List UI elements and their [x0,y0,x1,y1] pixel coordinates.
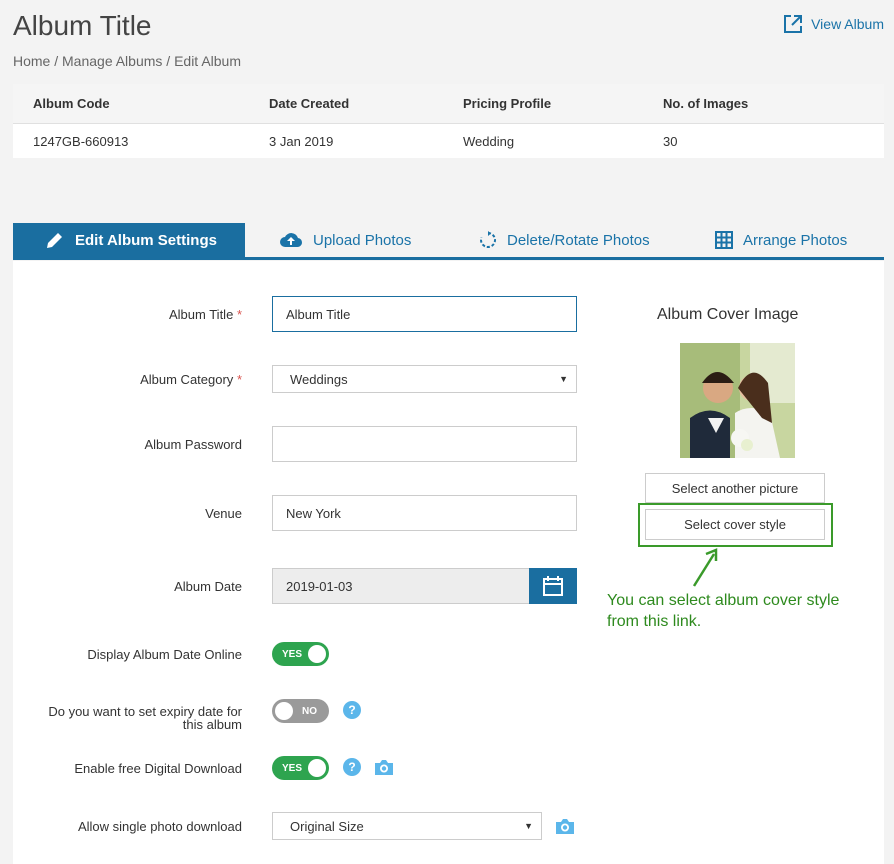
column-header: Album Code [33,96,110,111]
cloud-upload-icon [280,233,303,248]
tab-upload-photos[interactable]: Upload Photos [279,223,411,257]
album-date-input[interactable]: 2019-01-03 [272,568,530,604]
tab-arrange-photos[interactable]: Arrange Photos [715,223,847,257]
toggle-state: YES [282,762,303,774]
venue-label: Venue [205,506,242,521]
page-title: Album Title [13,10,152,41]
caret-down-icon: ▼ [524,821,533,831]
date-created-cell: 3 Jan 2019 [269,133,334,149]
page: Album Title View Album Home / Manage Alb… [0,0,894,864]
display-date-label: Display Album Date Online [87,647,242,662]
single-download-label: Allow single photo download [77,819,242,834]
calendar-icon [543,576,563,596]
album-title-label: Album Title * [169,307,242,322]
info-table-header: Album Code Date Created Pricing Profile … [13,84,884,124]
breadcrumb: Home / Manage Albums / Edit Album [13,53,241,69]
pencil-icon [47,233,62,248]
select-cover-style-button[interactable]: Select cover style [645,509,825,540]
help-icon[interactable]: ? [343,758,361,776]
album-title-input[interactable]: Album Title [272,296,577,332]
tab-delete-rotate-photos[interactable]: Delete/Rotate Photos [479,223,650,257]
cover-image [680,343,795,458]
cover-photo-image [680,343,795,458]
album-password-input[interactable] [272,426,577,462]
digital-download-label: Enable free Digital Download [74,761,242,776]
column-header: Pricing Profile [463,96,552,111]
grid-icon [715,231,733,249]
rotate-icon [480,231,496,248]
calendar-button[interactable] [529,568,577,604]
select-another-picture-button[interactable]: Select another picture [645,473,825,503]
album-category-select[interactable]: Weddings ▼ [272,365,577,393]
cover-image-title: Album Cover Image [657,306,799,323]
pricing-profile-cell: Wedding [463,133,515,149]
callout-text: You can select album cover style from th… [607,592,840,630]
column-header: Date Created [269,96,350,111]
album-info-table: Album Code Date Created Pricing Profile … [13,84,884,158]
expiry-label: Do you want to set expiry date for this … [48,704,242,732]
digital-download-toggle[interactable]: YES [272,756,329,780]
tab-edit-album-settings[interactable]: Edit Album Settings [13,223,245,257]
toggle-state: YES [282,648,303,660]
caret-down-icon: ▼ [559,374,568,384]
view-album-label: View Album [811,16,884,32]
image-count-cell: 30 [663,133,678,149]
album-date-label: Album Date [174,579,242,594]
arrow-icon [692,548,718,587]
album-code-cell: 1247GB-660913 [33,133,129,149]
tab-bar: Edit Album Settings Upload Photos Delete… [13,223,884,260]
toggle-state: NO [302,705,317,717]
tab-label: Arrange Photos [743,231,848,249]
tab-label: Edit Album Settings [75,231,217,249]
camera-icon[interactable] [374,758,394,776]
help-icon[interactable]: ? [343,701,361,719]
display-date-toggle[interactable]: YES [272,642,329,666]
table-row: 1247GB-660913 3 Jan 2019 Wedding 30 [13,124,884,158]
external-link-icon [784,15,803,33]
album-category-label: Album Category * [140,372,242,387]
camera-icon[interactable] [555,817,575,835]
tab-label: Delete/Rotate Photos [507,231,650,249]
toggle-knob [275,702,293,720]
album-password-label: Album Password [144,437,242,452]
column-header: No. of Images [663,96,749,111]
album-category-value: Weddings [290,371,348,387]
single-download-select[interactable]: Original Size ▼ [272,812,542,840]
tab-label: Upload Photos [313,231,412,249]
edit-settings-panel: Album Title * Album Title Album Category… [13,261,884,864]
expiry-toggle[interactable]: NO [272,699,329,723]
toggle-knob [308,645,326,663]
single-download-value: Original Size [290,818,364,834]
venue-input[interactable]: New York [272,495,577,531]
toggle-knob [308,759,326,777]
view-album-link[interactable]: View Album [783,14,884,34]
